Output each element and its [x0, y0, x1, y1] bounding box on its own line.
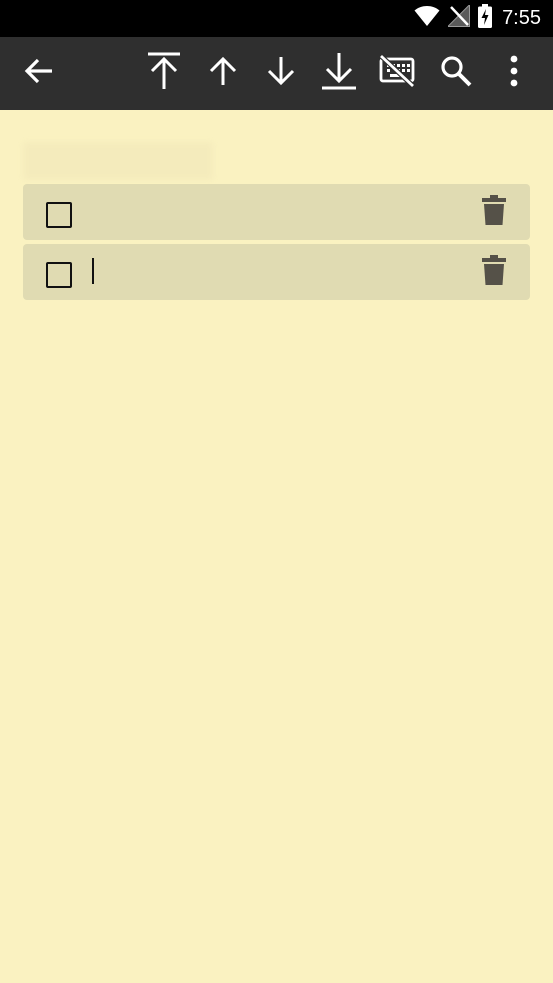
checklist-item: [23, 244, 530, 300]
no-signal-icon: [446, 3, 471, 32]
arrow-down-icon: [265, 55, 297, 92]
delete-item-button[interactable]: [480, 194, 508, 230]
hide-keyboard-button[interactable]: [371, 47, 423, 99]
status-bar: 7:55: [0, 0, 553, 37]
move-up-button[interactable]: [197, 47, 249, 99]
arrow-to-bottom-icon: [320, 51, 358, 96]
checklist-item: [23, 184, 530, 240]
delete-item-button[interactable]: [480, 254, 508, 290]
wifi-icon: [414, 5, 440, 32]
text-cursor: [92, 258, 94, 284]
battery-charging-icon: [478, 4, 493, 33]
trash-icon: [482, 194, 506, 230]
status-time: 7:55: [502, 7, 541, 29]
back-button[interactable]: [13, 47, 65, 99]
item-text-field[interactable]: [91, 258, 471, 286]
trash-icon: [482, 254, 506, 290]
status-icons: 7:55: [414, 0, 541, 37]
move-to-bottom-button[interactable]: [313, 47, 365, 99]
more-options-button[interactable]: [488, 47, 540, 99]
move-down-button[interactable]: [255, 47, 307, 99]
search-button[interactable]: [430, 47, 482, 99]
item-checkbox[interactable]: [46, 262, 72, 288]
item-text-field[interactable]: [91, 198, 471, 226]
more-vert-icon: [509, 55, 519, 92]
move-to-top-button[interactable]: [138, 47, 190, 99]
arrow-left-icon: [23, 55, 55, 92]
search-icon: [440, 55, 472, 92]
toolbar: [0, 37, 553, 110]
note-title[interactable]: [23, 142, 213, 180]
keyboard-off-icon: [378, 53, 416, 93]
item-checkbox[interactable]: [46, 202, 72, 228]
arrow-up-icon: [207, 55, 239, 92]
arrow-to-top-icon: [146, 51, 182, 96]
note-content: [0, 110, 553, 983]
